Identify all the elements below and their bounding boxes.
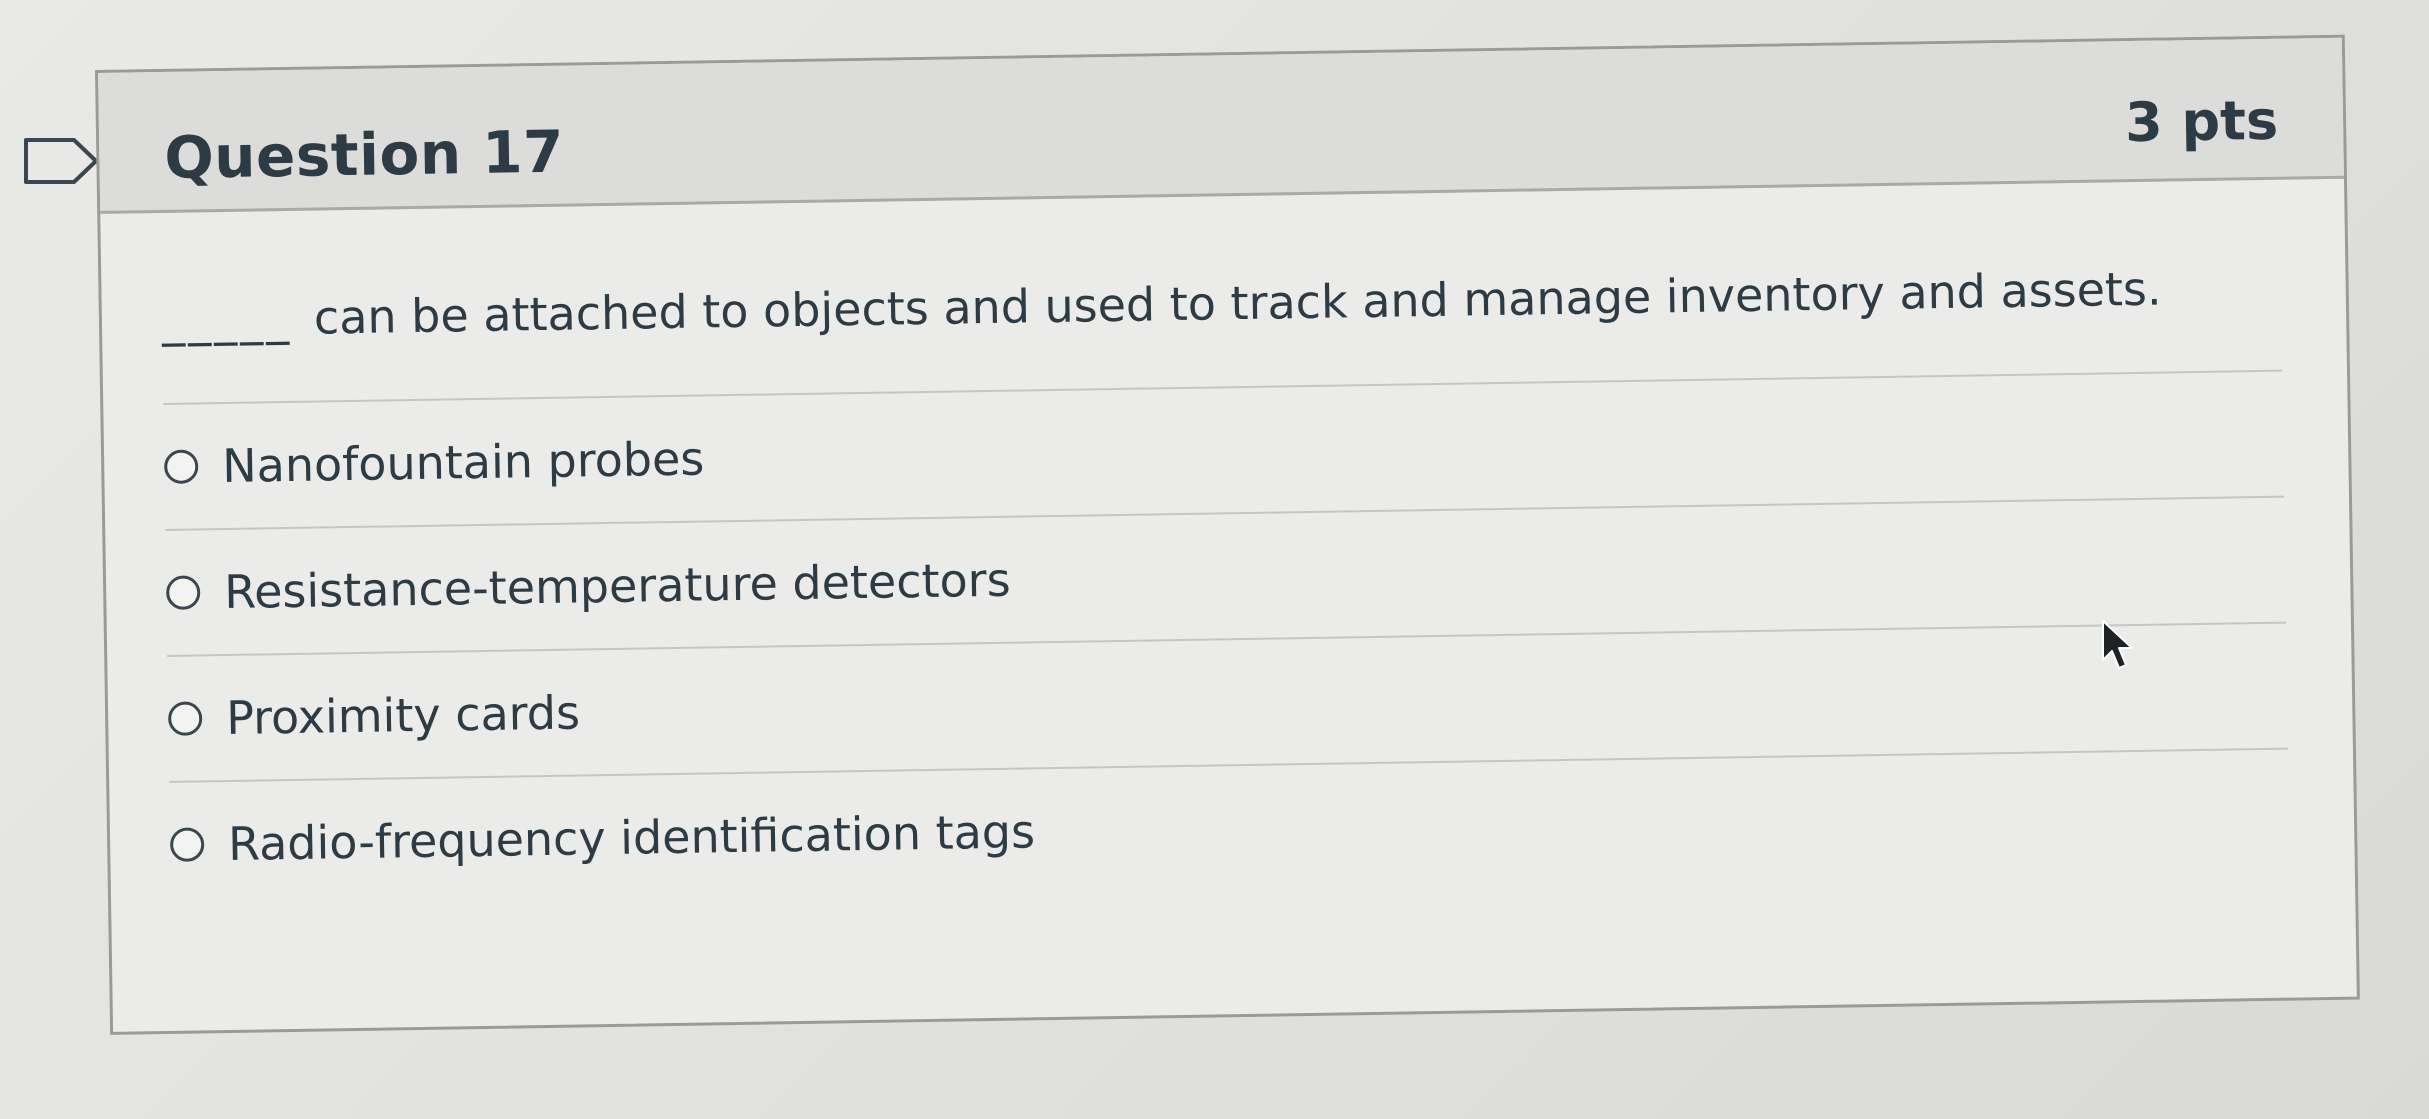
- answer-label: Nanofountain probes: [221, 431, 705, 494]
- question-prompt: _____ can be attached to objects and used…: [162, 260, 2282, 347]
- question-title: Question 17: [163, 117, 565, 192]
- radio-button-icon[interactable]: [167, 701, 203, 736]
- prompt-blank: _____: [161, 290, 293, 347]
- radio-button-icon[interactable]: [169, 827, 205, 862]
- quiz-page: Question 17 3 pts _____ can be attached t…: [0, 0, 2429, 1119]
- bookmark-flag-icon[interactable]: [22, 136, 102, 186]
- answer-label: Resistance-temperature detectors: [223, 552, 1011, 620]
- radio-button-icon[interactable]: [163, 449, 199, 484]
- question-card: Question 17 3 pts _____ can be attached t…: [95, 34, 2360, 1035]
- answer-label: Radio-frequency identification tags: [227, 804, 1036, 872]
- answer-list: Nanofountain probes Resistance-temperatu…: [163, 371, 2290, 907]
- answer-label: Proximity cards: [225, 685, 581, 746]
- question-points: 3 pts: [2124, 88, 2279, 155]
- question-body: _____ can be attached to objects and used…: [100, 179, 2355, 908]
- radio-button-icon[interactable]: [165, 575, 201, 610]
- prompt-text: can be attached to objects and used to t…: [313, 261, 2162, 345]
